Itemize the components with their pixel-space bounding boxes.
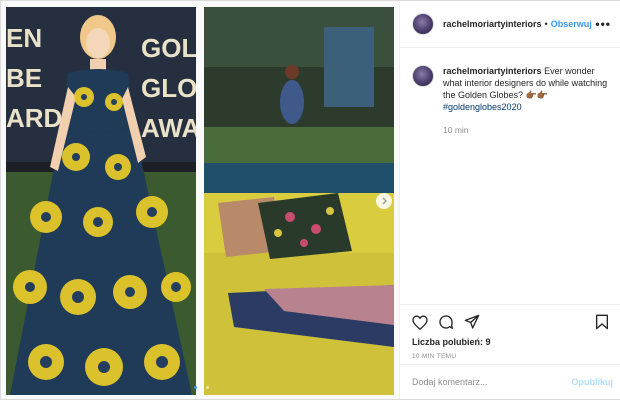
caption-time: 10 min bbox=[443, 125, 469, 135]
carousel-dot-3 bbox=[206, 386, 209, 389]
post-timestamp: 10 MIN TEMU bbox=[412, 353, 457, 360]
caption-avatar[interactable] bbox=[412, 65, 434, 87]
share-button[interactable] bbox=[464, 314, 480, 330]
save-button[interactable] bbox=[595, 314, 609, 330]
caption-emojis: 👉🏾👉🏾 bbox=[525, 90, 548, 100]
carousel-next-button[interactable] bbox=[376, 193, 392, 209]
add-comment-section: Opublikuj bbox=[400, 364, 620, 399]
post-header: rachelmoriartyinteriors • Obserwuj ••• bbox=[400, 1, 620, 48]
comment-button[interactable] bbox=[438, 314, 454, 330]
red-carpet-illustration: EN BE ARDS GOL GLOB AWA bbox=[6, 7, 196, 395]
backdrop-text-2: BE bbox=[6, 63, 42, 93]
post-side-panel: rachelmoriartyinteriors • Obserwuj ••• r… bbox=[399, 1, 620, 399]
caption-body: rachelmoriartyinteriors Ever wonder what… bbox=[443, 65, 612, 136]
likes-count[interactable]: Liczba polubień: 9 bbox=[412, 337, 609, 347]
post-media[interactable]: EN BE ARDS GOL GLOB AWA bbox=[1, 1, 399, 399]
more-options-icon[interactable]: ••• bbox=[595, 18, 611, 30]
backdrop-text-1: EN bbox=[6, 23, 42, 53]
instagram-post: EN BE ARDS GOL GLOB AWA bbox=[0, 0, 620, 400]
heart-icon bbox=[412, 314, 428, 330]
photo-interior bbox=[204, 7, 394, 395]
carousel-dot-1 bbox=[194, 386, 197, 389]
backdrop-text-6: AWA bbox=[141, 113, 196, 143]
comment-bubble-icon bbox=[439, 315, 453, 329]
caption-username[interactable]: rachelmoriartyinteriors bbox=[443, 66, 542, 76]
author-avatar[interactable] bbox=[412, 13, 434, 35]
backdrop-text-4: GOL bbox=[141, 33, 196, 63]
paper-plane-icon bbox=[464, 314, 480, 329]
caption-hashtag[interactable]: #goldenglobes2020 bbox=[443, 102, 522, 112]
photo-red-carpet: EN BE ARDS GOL GLOB AWA bbox=[6, 7, 196, 395]
post-caption: rachelmoriartyinteriors Ever wonder what… bbox=[412, 65, 612, 136]
likes-number: 9 bbox=[485, 337, 491, 347]
carousel-dot-2 bbox=[200, 386, 203, 389]
interior-illustration bbox=[204, 7, 394, 395]
post-actions: Liczba polubień: 9 10 MIN TEMU bbox=[400, 304, 620, 364]
like-button[interactable] bbox=[412, 314, 428, 330]
carousel-indicator bbox=[194, 386, 209, 389]
follow-button[interactable]: Obserwuj bbox=[551, 19, 592, 29]
comment-input[interactable] bbox=[412, 377, 562, 387]
backdrop-text-5: GLOB bbox=[141, 73, 196, 103]
chevron-right-icon bbox=[382, 197, 387, 205]
bookmark-icon bbox=[596, 314, 608, 330]
likes-label: Liczba polubień: bbox=[412, 337, 483, 347]
publish-button[interactable]: Opublikuj bbox=[572, 377, 614, 387]
action-icons-row bbox=[412, 311, 609, 333]
author-username[interactable]: rachelmoriartyinteriors bbox=[443, 19, 542, 29]
header-separator: • bbox=[544, 19, 548, 29]
